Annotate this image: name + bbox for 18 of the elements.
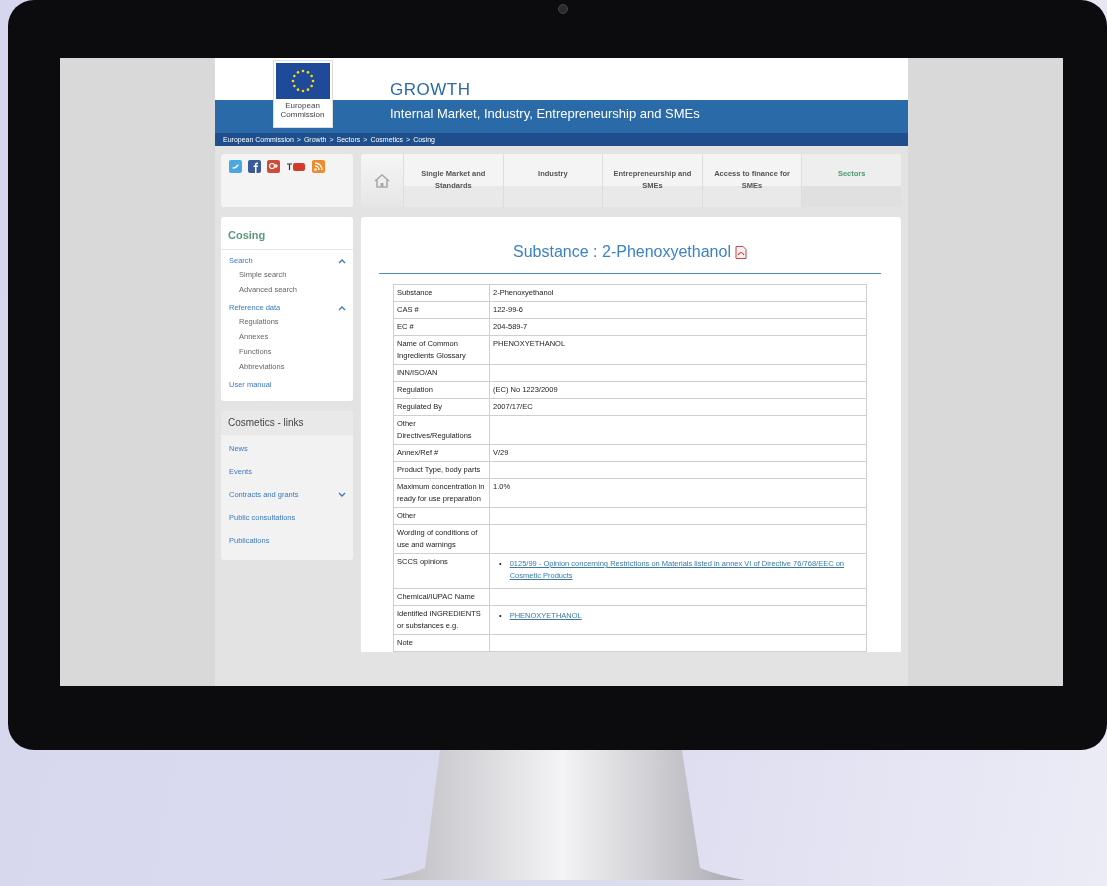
panel-title: Cosmetics - links — [221, 411, 353, 435]
pdf-icon[interactable] — [734, 245, 747, 259]
facebook-icon[interactable] — [248, 160, 261, 173]
rss-icon[interactable] — [312, 160, 325, 173]
chevron-icon[interactable] — [338, 304, 346, 311]
google-plus-icon[interactable] — [267, 160, 280, 173]
youtube-icon[interactable] — [286, 160, 306, 173]
logo-text: European Commission — [279, 101, 326, 119]
chevron-icon[interactable] — [338, 257, 346, 264]
panel-title: Cosing — [221, 217, 353, 250]
eu-logo[interactable]: European Commission — [272, 60, 333, 128]
site-subtitle: Internal Market, Industry, Entrepreneurship and SMEs — [390, 105, 700, 121]
page-heading: Substance : 2-Phenoxyethanol — [513, 243, 731, 261]
chevron-icon[interactable] — [338, 491, 346, 498]
site-title: GROWTH — [390, 79, 472, 100]
bird-icon[interactable] — [229, 160, 242, 173]
camera-dot — [558, 4, 568, 14]
flag-icon — [275, 63, 330, 99]
